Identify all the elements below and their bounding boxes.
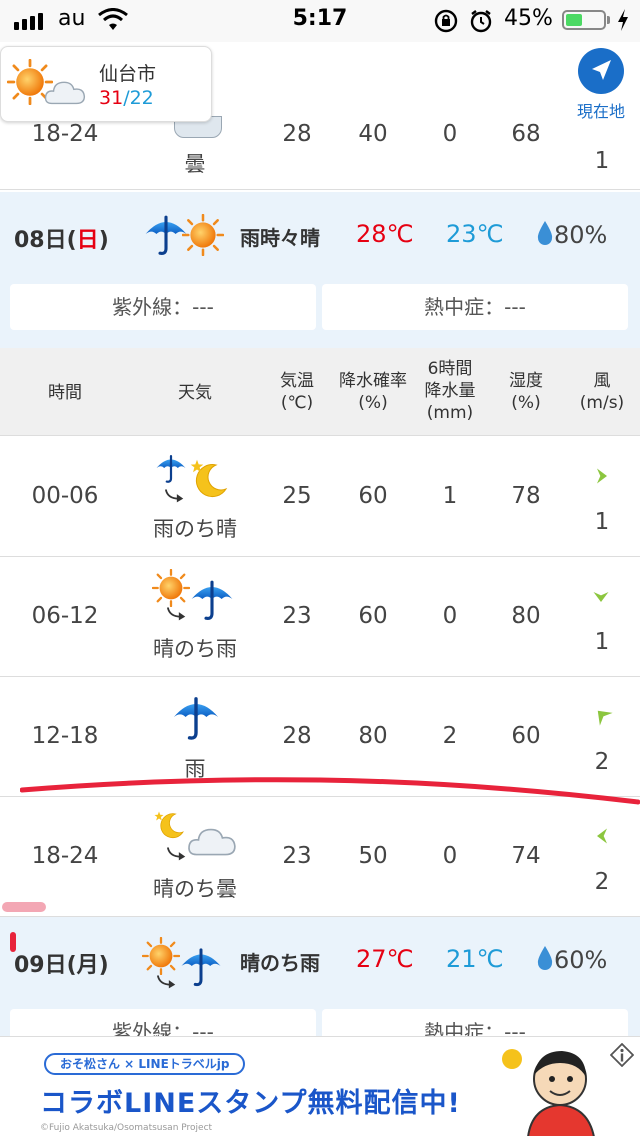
prob-cell: 50 xyxy=(358,843,388,869)
raindrop-icon xyxy=(537,946,553,970)
col-precip-amount: 6時間 降水量 (mm) xyxy=(424,359,476,423)
city-card[interactable]: 仙台市 31/22 xyxy=(0,46,212,122)
wind-direction-icon xyxy=(585,698,619,732)
day-summary-08: 08日(日) 雨時々晴 28℃ 23℃ 80% 紫外線：--- 熱中症：--- xyxy=(0,192,640,348)
status-bar: au 5:17 45% xyxy=(0,0,640,42)
alarm-icon xyxy=(470,10,492,33)
time-cell: 00-06 xyxy=(31,483,99,509)
ad-copyright: ©Fujio Akatsuka/Osomatsusan Project xyxy=(40,1123,213,1133)
city-low-temp: 22 xyxy=(129,87,154,109)
day-rain-chance: 60% xyxy=(536,945,607,974)
current-location-label: 現在地 xyxy=(576,102,625,121)
day-date: 09日(月) xyxy=(14,953,109,978)
humidity-cell: 68 xyxy=(511,121,541,147)
day-rain-chance: 80% xyxy=(536,220,607,249)
wind-direction-icon xyxy=(592,823,612,849)
temp-cell: 23 xyxy=(282,843,312,869)
humidity-cell: 78 xyxy=(511,483,541,509)
character-illustration-icon xyxy=(502,1049,595,1136)
day-date: 08日(日) xyxy=(14,228,109,253)
amount-cell: 1 xyxy=(442,483,458,509)
prob-cell: 40 xyxy=(358,121,388,147)
city-temps: 31/22 xyxy=(99,87,154,109)
charging-icon xyxy=(618,9,628,31)
ad-headline: コラボLINEスタンプ無料配信中! xyxy=(40,1088,461,1119)
wind-speed-cell: 1 xyxy=(594,148,610,174)
moon-then-cloud-icon xyxy=(154,809,244,865)
wind-speed-cell: 1 xyxy=(594,509,610,535)
day-high-temp: 28℃ xyxy=(356,220,414,248)
col-humidity: 湿度 (%) xyxy=(509,371,543,413)
amount-cell: 0 xyxy=(442,603,458,629)
amount-cell: 0 xyxy=(442,121,458,147)
weather-label: 晴のち曇 xyxy=(153,877,237,901)
amount-cell: 0 xyxy=(442,843,458,869)
time-cell: 06-12 xyxy=(31,603,99,629)
red-marker-tick xyxy=(10,932,16,952)
day-low-temp: 21℃ xyxy=(446,945,504,973)
time-cell: 18-24 xyxy=(31,121,99,147)
table-header: 時間 天気 気温 (℃) 降水確率 (%) 6時間 降水量 (mm) 湿度 (%) 風 (m… xyxy=(0,348,640,436)
temp-cell: 28 xyxy=(282,121,312,147)
battery-percent: 45% xyxy=(504,6,553,31)
col-weather: 天気 xyxy=(178,383,212,403)
weather-label: 曇 xyxy=(184,152,206,176)
uv-index-box: 紫外線：--- xyxy=(10,1009,316,1036)
ad-banner[interactable]: おそ松さん × LINEトラベルjp コラボLINEスタンプ無料配信中! ©Fu… xyxy=(0,1036,640,1136)
city-name: 仙台市 xyxy=(99,63,157,85)
col-temp: 気温 (℃) xyxy=(280,371,314,413)
wind-direction-icon xyxy=(592,463,612,489)
col-wind: 風 (m/s) xyxy=(579,371,625,413)
table-row: 18-24 晴のち曇 23 50 0 74 2 xyxy=(0,797,640,917)
rain-then-moon-icon xyxy=(154,451,240,505)
prob-cell: 60 xyxy=(358,603,388,629)
humidity-cell: 74 xyxy=(511,843,541,869)
raindrop-icon xyxy=(537,221,553,245)
wind-direction-icon xyxy=(591,584,611,610)
day-weather-text: 雨時々晴 xyxy=(240,226,320,250)
sun-then-rain-icon xyxy=(152,569,242,625)
weather-label: 晴のち雨 xyxy=(153,637,237,661)
table-row: 06-12 晴のち雨 23 60 0 80 1 xyxy=(0,557,640,677)
pink-marker xyxy=(2,902,46,912)
day-summary-09: 09日(月) 晴のち雨 27℃ 21℃ 60% 紫外線：--- 熱中症：--- xyxy=(0,917,640,1036)
rotation-lock-icon xyxy=(434,9,458,33)
red-marker-line xyxy=(20,777,640,805)
col-precip-prob: 降水確率 (%) xyxy=(339,371,407,413)
col-time: 時間 xyxy=(48,383,82,403)
humidity-cell: 80 xyxy=(511,603,541,629)
day-low-temp: 23℃ xyxy=(446,220,504,248)
ad-tagline: おそ松さん × LINEトラベルjp xyxy=(44,1053,246,1075)
heatstroke-box: 熱中症：--- xyxy=(322,1009,628,1036)
ad-info-icon[interactable] xyxy=(610,1043,634,1067)
sun-then-rain-icon xyxy=(142,935,232,991)
city-high-temp: 31 xyxy=(99,87,124,109)
temp-cell: 23 xyxy=(282,603,312,629)
forecast-content[interactable]: 18-24 曇 28 40 0 68 1 08日(日) 雨時々晴 28℃ 23℃… xyxy=(0,42,640,1036)
prob-cell: 60 xyxy=(358,483,388,509)
location-arrow-icon xyxy=(578,48,624,94)
time-cell: 18-24 xyxy=(31,843,99,869)
temp-cell: 25 xyxy=(282,483,312,509)
wind-speed-cell: 2 xyxy=(594,869,610,895)
weather-label: 雨のち晴 xyxy=(153,517,237,541)
heatstroke-box: 熱中症：--- xyxy=(322,284,628,330)
current-location-button[interactable]: 現在地 xyxy=(566,44,636,122)
uv-index-box: 紫外線：--- xyxy=(10,284,316,330)
table-row: 00-06 雨のち晴 25 60 1 78 1 xyxy=(0,437,640,557)
day-high-temp: 27℃ xyxy=(356,945,414,973)
wind-speed-cell: 1 xyxy=(594,629,610,655)
battery-icon xyxy=(562,10,606,30)
day-weather-text: 晴のち雨 xyxy=(240,951,320,975)
rain-and-sun-icon xyxy=(142,210,232,260)
sun-and-cloud-icon xyxy=(7,59,93,111)
